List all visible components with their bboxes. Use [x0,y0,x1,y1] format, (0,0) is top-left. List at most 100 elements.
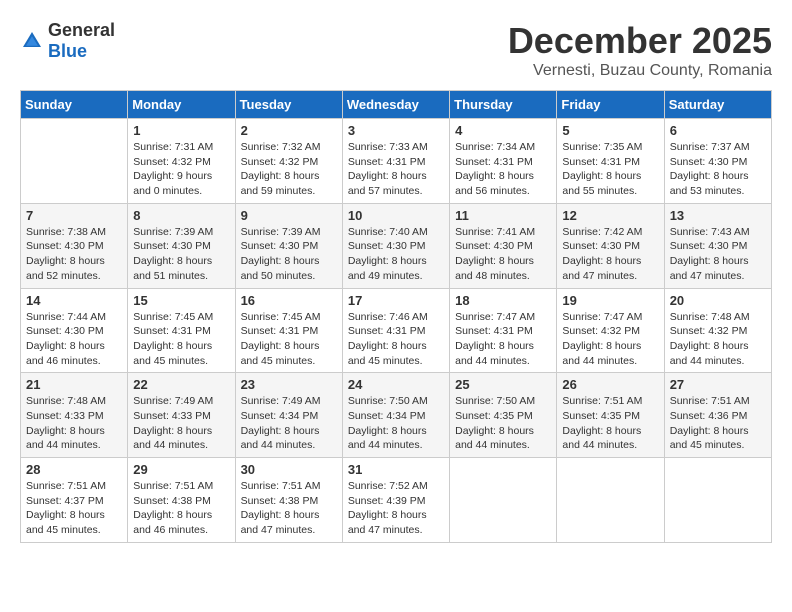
day-info: Sunrise: 7:47 AM Sunset: 4:31 PM Dayligh… [455,310,551,369]
day-info: Sunrise: 7:33 AM Sunset: 4:31 PM Dayligh… [348,140,444,199]
calendar-cell: 29 Sunrise: 7:51 AM Sunset: 4:38 PM Dayli… [128,458,235,543]
calendar-cell [450,458,557,543]
calendar-cell: 25Sunrise: 7:50 AM Sunset: 4:35 PM Dayli… [450,373,557,458]
day-info: Sunrise: 7:41 AM Sunset: 4:30 PM Dayligh… [455,225,551,284]
day-info: Sunrise: 7:45 AM Sunset: 4:31 PM Dayligh… [241,310,337,369]
day-info: Sunrise: 7:48 AM Sunset: 4:32 PM Dayligh… [670,310,766,369]
day-number: 5 [562,123,658,138]
day-info: Sunrise: 7:43 AM Sunset: 4:30 PM Dayligh… [670,225,766,284]
weekday-header-friday: Friday [557,91,664,119]
day-number: 17 [348,293,444,308]
day-number: 10 [348,208,444,223]
day-number: 28 [26,462,122,477]
calendar-cell: 19 Sunrise: 7:47 AM Sunset: 4:32 PM Dayli… [557,288,664,373]
calendar-cell [664,458,771,543]
calendar-cell: 12 Sunrise: 7:42 AM Sunset: 4:30 PM Dayli… [557,203,664,288]
day-number: 2 [241,123,337,138]
day-info: Sunrise: 7:38 AM Sunset: 4:30 PM Dayligh… [26,225,122,284]
day-number: 31 [348,462,444,477]
calendar-cell: 13Sunrise: 7:43 AM Sunset: 4:30 PM Dayli… [664,203,771,288]
logo-blue: Blue [48,41,87,61]
calendar-cell: 8Sunrise: 7:39 AM Sunset: 4:30 PM Daylig… [128,203,235,288]
day-number: 26 [562,377,658,392]
day-number: 21 [26,377,122,392]
calendar-cell: 2Sunrise: 7:32 AM Sunset: 4:32 PM Daylig… [235,119,342,204]
week-row-3: 14Sunrise: 7:44 AM Sunset: 4:30 PM Dayli… [21,288,772,373]
calendar-cell: 30 Sunrise: 7:51 AM Sunset: 4:38 PM Dayli… [235,458,342,543]
logo: General Blue [20,20,115,62]
calendar-cell: 24Sunrise: 7:50 AM Sunset: 4:34 PM Dayli… [342,373,449,458]
weekday-header-row: SundayMondayTuesdayWednesdayThursdayFrid… [21,91,772,119]
weekday-header-thursday: Thursday [450,91,557,119]
calendar-cell: 22 Sunrise: 7:49 AM Sunset: 4:33 PM Dayli… [128,373,235,458]
day-info: Sunrise: 7:46 AM Sunset: 4:31 PM Dayligh… [348,310,444,369]
day-number: 6 [670,123,766,138]
day-number: 22 [133,377,229,392]
day-info: Sunrise: 7:35 AM Sunset: 4:31 PM Dayligh… [562,140,658,199]
day-info: Sunrise: 7:47 AM Sunset: 4:32 PM Dayligh… [562,310,658,369]
day-info: Sunrise: 7:51 AM Sunset: 4:38 PM Dayligh… [241,479,337,538]
week-row-4: 21 Sunrise: 7:48 AM Sunset: 4:33 PM Dayli… [21,373,772,458]
calendar-cell: 17 Sunrise: 7:46 AM Sunset: 4:31 PM Dayli… [342,288,449,373]
day-number: 12 [562,208,658,223]
calendar-cell: 10 Sunrise: 7:40 AM Sunset: 4:30 PM Dayli… [342,203,449,288]
day-info: Sunrise: 7:49 AM Sunset: 4:33 PM Dayligh… [133,394,229,453]
day-number: 1 [133,123,229,138]
calendar-cell [21,119,128,204]
day-number: 29 [133,462,229,477]
day-info: Sunrise: 7:39 AM Sunset: 4:30 PM Dayligh… [241,225,337,284]
calendar-cell: 3 Sunrise: 7:33 AM Sunset: 4:31 PM Daylig… [342,119,449,204]
day-number: 23 [241,377,337,392]
calendar-cell: 16 Sunrise: 7:45 AM Sunset: 4:31 PM Dayli… [235,288,342,373]
calendar: SundayMondayTuesdayWednesdayThursdayFrid… [20,90,772,543]
day-info: Sunrise: 7:51 AM Sunset: 4:36 PM Dayligh… [670,394,766,453]
logo-icon [20,29,44,53]
calendar-cell: 15Sunrise: 7:45 AM Sunset: 4:31 PM Dayli… [128,288,235,373]
day-info: Sunrise: 7:50 AM Sunset: 4:35 PM Dayligh… [455,394,551,453]
day-number: 20 [670,293,766,308]
day-number: 18 [455,293,551,308]
day-info: Sunrise: 7:42 AM Sunset: 4:30 PM Dayligh… [562,225,658,284]
calendar-cell: 28Sunrise: 7:51 AM Sunset: 4:37 PM Dayli… [21,458,128,543]
weekday-header-saturday: Saturday [664,91,771,119]
week-row-1: 1Sunrise: 7:31 AM Sunset: 4:32 PM Daylig… [21,119,772,204]
calendar-cell: 4 Sunrise: 7:34 AM Sunset: 4:31 PM Daylig… [450,119,557,204]
calendar-cell: 27 Sunrise: 7:51 AM Sunset: 4:36 PM Dayli… [664,373,771,458]
day-number: 4 [455,123,551,138]
calendar-cell: 18 Sunrise: 7:47 AM Sunset: 4:31 PM Dayli… [450,288,557,373]
weekday-header-tuesday: Tuesday [235,91,342,119]
calendar-cell: 11 Sunrise: 7:41 AM Sunset: 4:30 PM Dayli… [450,203,557,288]
day-info: Sunrise: 7:44 AM Sunset: 4:30 PM Dayligh… [26,310,122,369]
day-number: 24 [348,377,444,392]
calendar-cell: 14Sunrise: 7:44 AM Sunset: 4:30 PM Dayli… [21,288,128,373]
week-row-5: 28Sunrise: 7:51 AM Sunset: 4:37 PM Dayli… [21,458,772,543]
weekday-header-wednesday: Wednesday [342,91,449,119]
day-number: 11 [455,208,551,223]
month-title: December 2025 [508,20,772,62]
day-info: Sunrise: 7:34 AM Sunset: 4:31 PM Dayligh… [455,140,551,199]
header: General Blue December 2025 Vernesti, Buz… [20,20,772,80]
calendar-cell: 6 Sunrise: 7:37 AM Sunset: 4:30 PM Daylig… [664,119,771,204]
calendar-cell: 20 Sunrise: 7:48 AM Sunset: 4:32 PM Dayli… [664,288,771,373]
calendar-cell: 21 Sunrise: 7:48 AM Sunset: 4:33 PM Dayli… [21,373,128,458]
day-number: 16 [241,293,337,308]
day-info: Sunrise: 7:52 AM Sunset: 4:39 PM Dayligh… [348,479,444,538]
calendar-cell: 9Sunrise: 7:39 AM Sunset: 4:30 PM Daylig… [235,203,342,288]
calendar-cell: 23Sunrise: 7:49 AM Sunset: 4:34 PM Dayli… [235,373,342,458]
day-number: 15 [133,293,229,308]
day-number: 30 [241,462,337,477]
day-info: Sunrise: 7:37 AM Sunset: 4:30 PM Dayligh… [670,140,766,199]
logo-general: General [48,20,115,40]
day-info: Sunrise: 7:48 AM Sunset: 4:33 PM Dayligh… [26,394,122,453]
day-number: 27 [670,377,766,392]
day-number: 3 [348,123,444,138]
day-info: Sunrise: 7:40 AM Sunset: 4:30 PM Dayligh… [348,225,444,284]
day-number: 8 [133,208,229,223]
calendar-cell: 31 Sunrise: 7:52 AM Sunset: 4:39 PM Dayli… [342,458,449,543]
subtitle: Vernesti, Buzau County, Romania [508,62,772,80]
calendar-cell: 1Sunrise: 7:31 AM Sunset: 4:32 PM Daylig… [128,119,235,204]
calendar-cell: 5 Sunrise: 7:35 AM Sunset: 4:31 PM Daylig… [557,119,664,204]
day-number: 19 [562,293,658,308]
calendar-cell: 7Sunrise: 7:38 AM Sunset: 4:30 PM Daylig… [21,203,128,288]
day-info: Sunrise: 7:51 AM Sunset: 4:38 PM Dayligh… [133,479,229,538]
